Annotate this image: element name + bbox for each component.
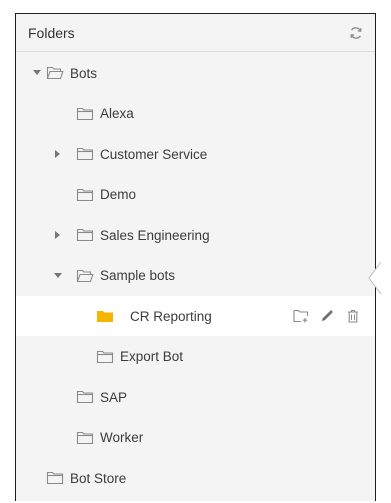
folder-filled-icon (96, 309, 114, 323)
tree-item-label: Sample bots (100, 268, 176, 283)
tree-item[interactable]: Sales Engineering (16, 215, 375, 255)
folder-icon (46, 471, 64, 485)
tree-item-label: SAP (100, 389, 128, 405)
panel-header: Folders (16, 14, 375, 52)
tree-item[interactable]: Bot Store (16, 458, 375, 498)
tree-item-label: CR Reporting (130, 308, 212, 324)
tree-item[interactable]: Export Bot (16, 337, 375, 377)
caret-down-icon[interactable] (53, 271, 63, 281)
tree-item-label: Demo (100, 187, 137, 202)
caret-down-icon[interactable] (32, 68, 42, 78)
tree-item[interactable]: Alexa (16, 94, 375, 134)
tree-item[interactable]: Worker (16, 418, 375, 458)
refresh-icon[interactable] (347, 24, 365, 42)
edit-icon[interactable] (319, 308, 335, 324)
folders-panel: Folders Bots Alexa Customer Service Demo Sal… (15, 13, 376, 501)
folder-icon (76, 431, 94, 445)
folder-actions (293, 308, 361, 324)
folder-icon (76, 228, 94, 242)
tree-item-label: Export Bot (120, 349, 184, 364)
delete-icon[interactable] (345, 308, 361, 324)
tree-item-label: Alexa (100, 106, 134, 121)
folder-open-icon (46, 66, 64, 80)
panel-title: Folders (28, 24, 75, 41)
tree-item[interactable]: Sample bots (16, 256, 375, 296)
folder-open-icon (76, 269, 94, 283)
caret-right-icon[interactable] (53, 149, 63, 159)
tree-item-label: Bot Store (70, 470, 127, 486)
tree-item[interactable]: Customer Service (16, 134, 375, 174)
caret-right-icon[interactable] (53, 230, 63, 240)
tree-item-label: Worker (100, 430, 144, 445)
tree-item-label: Customer Service (100, 146, 208, 162)
tree-item-label: Bots (70, 65, 98, 81)
tree-item[interactable]: Demo (16, 175, 375, 215)
folder-icon (76, 188, 94, 202)
tree-item-label: Sales Engineering (100, 227, 210, 243)
tree-item[interactable]: Bots (16, 53, 375, 93)
panel-edge-notch (368, 261, 382, 295)
folder-icon (96, 350, 114, 364)
tree-item[interactable]: CR Reporting (16, 296, 375, 336)
tree-item[interactable]: SAP (16, 377, 375, 417)
folder-icon (76, 390, 94, 404)
folder-icon (76, 107, 94, 121)
new-folder-icon[interactable] (293, 308, 309, 324)
folder-icon (76, 147, 94, 161)
